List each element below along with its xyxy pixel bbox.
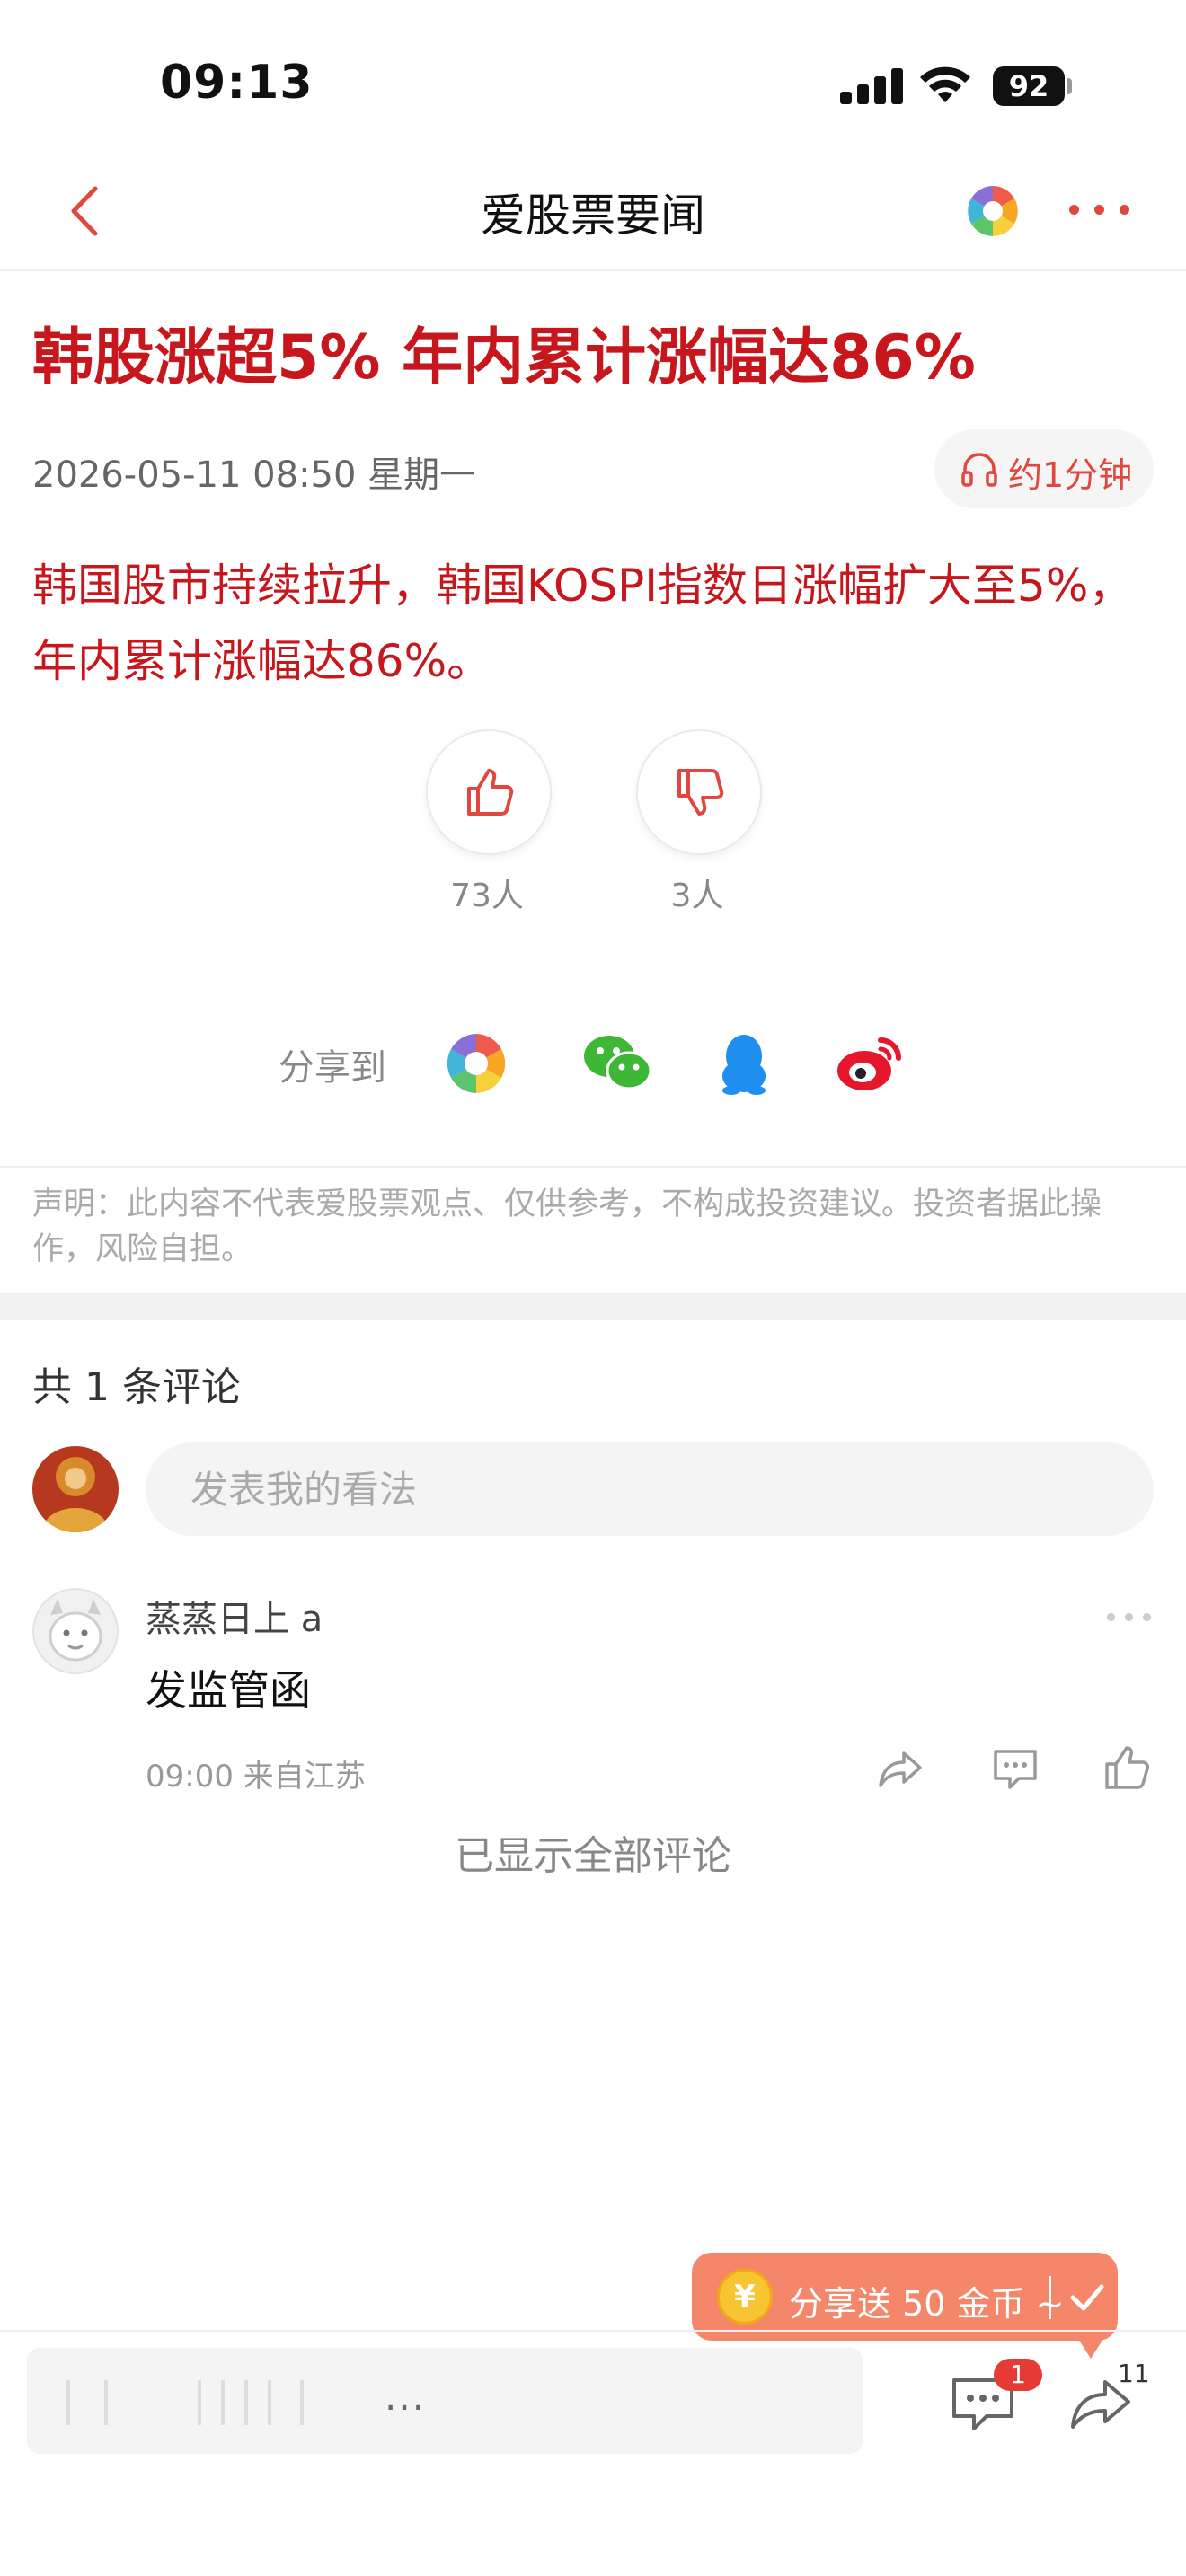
battery-level: 92 [993, 66, 1065, 106]
like-button[interactable] [426, 729, 552, 855]
wechat-icon[interactable] [582, 1031, 654, 1096]
like-count: 73人 [450, 878, 524, 914]
article-body: 韩国股市持续拉升，韩国KOSPI指数日涨幅扩大至5%，年内累计涨幅达86%。 [32, 560, 1134, 687]
divider [0, 1166, 1186, 1168]
cellular-signal-icon [840, 66, 903, 104]
listen-button[interactable]: 约1分钟 [934, 429, 1154, 508]
nav-divider [0, 269, 1186, 271]
more-dots-icon[interactable] [1069, 199, 1132, 221]
share-reward-banner[interactable]: ¥ 分享送 50 金币 ~ [692, 2253, 1118, 2359]
bottom-input-placeholder: ... [385, 2375, 427, 2419]
app-share-icon[interactable] [444, 1031, 509, 1096]
comment-reply-icon[interactable] [990, 1742, 1040, 1793]
bottom-bar-divider [0, 2330, 1186, 2332]
disclaimer: 声明：此内容不代表爱股票观点、仅供参考，不构成投资建议。投资者据此操作，风险自担… [32, 1187, 1102, 1267]
share-reward-text: 分享送 50 金币 ~ [789, 2284, 1065, 2324]
battery-icon: 92 [993, 66, 1074, 106]
check-icon[interactable] [1067, 2278, 1107, 2317]
bottom-comment-input[interactable]: ... [27, 2348, 863, 2454]
comment-meta: 09:00 来自江苏 [146, 1759, 366, 1795]
headphones-icon [961, 453, 997, 487]
thumbs-up-icon [467, 769, 514, 816]
article-headline: 韩股涨超5% 年内累计涨幅达86% [32, 322, 976, 393]
comment-username[interactable]: 蒸蒸日上 a [146, 1590, 323, 1642]
comments-badge: 1 [994, 2359, 1042, 2391]
app-logo-icon[interactable] [966, 184, 1020, 238]
coin-icon: ¥ [717, 2269, 773, 2325]
qq-icon[interactable] [712, 1031, 776, 1096]
article-date: 2026-05-11 08:50 星期一 [32, 454, 476, 496]
share-label: 分享到 [279, 1047, 386, 1089]
comment-count: 共 1 条评论 [32, 1364, 241, 1410]
comment-like-icon[interactable] [1102, 1742, 1152, 1793]
share-count: 11 [1118, 2359, 1150, 2388]
weibo-icon[interactable] [834, 1031, 906, 1096]
comment-share-icon[interactable] [875, 1742, 925, 1793]
all-comments-shown: 已显示全部评论 [455, 1833, 731, 1879]
status-time: 09:13 [160, 56, 314, 110]
dislike-count: 3人 [670, 878, 724, 914]
dislike-button[interactable] [636, 729, 762, 855]
comment-input[interactable] [146, 1442, 1154, 1536]
comment-text: 发监管函 [146, 1666, 311, 1715]
comment-more-icon[interactable] [1107, 1611, 1155, 1624]
section-gap [0, 1293, 1186, 1320]
my-avatar[interactable] [32, 1446, 119, 1532]
thumbs-down-icon [677, 769, 724, 816]
wifi-icon [920, 66, 970, 102]
listen-label: 约1分钟 [1008, 455, 1133, 495]
commenter-avatar[interactable] [32, 1588, 119, 1674]
